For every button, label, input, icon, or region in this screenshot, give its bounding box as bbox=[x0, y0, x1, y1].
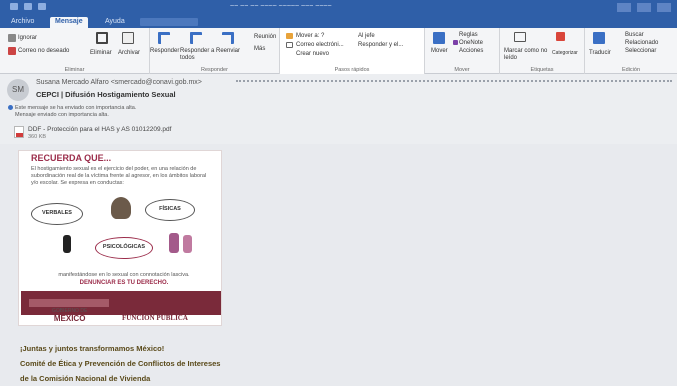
pdf-icon bbox=[14, 126, 24, 138]
attachment-size: 360 KB bbox=[28, 134, 47, 140]
ignore-button[interactable]: Ignorar bbox=[18, 35, 37, 42]
flyer-footer-text: manifestándose en lo sexual con connotac… bbox=[58, 272, 190, 278]
group-label-respond: Responder bbox=[201, 67, 228, 73]
people-icon bbox=[169, 233, 179, 253]
junk-button[interactable]: Correo no deseado bbox=[18, 48, 69, 55]
quickstep-move[interactable]: Mover a: ? bbox=[296, 33, 324, 40]
redo-icon[interactable] bbox=[38, 3, 46, 10]
translate-button[interactable]: Traducir bbox=[589, 50, 611, 57]
group-tags: Marcar como no leído Categorizar Etiquet… bbox=[500, 28, 585, 74]
group-label-editing: Edición bbox=[621, 67, 641, 73]
signature-line-1: ¡Juntas y juntos transformamos México! bbox=[20, 344, 165, 353]
title-bar: ~~ ~~ ~~ ~~~~ ~~~~~ ~~~ ~~~~ bbox=[0, 0, 677, 16]
mail-icon bbox=[286, 42, 293, 48]
recipients-line[interactable] bbox=[236, 80, 672, 82]
info-text-2: Mensaje enviado con importancia alta. bbox=[15, 112, 109, 118]
move-button[interactable]: Mover bbox=[431, 48, 448, 55]
unread-button[interactable]: Marcar como no leído bbox=[504, 48, 550, 62]
signature-line-3: de la Comisión Nacional de Vivienda bbox=[20, 374, 151, 383]
meeting-button[interactable]: Reunión bbox=[254, 34, 276, 41]
flyer-text: El hostigamiento sexual es el ejercicio … bbox=[31, 166, 207, 186]
quickstep-create[interactable]: Crear nuevo bbox=[296, 51, 329, 58]
quick-access-toolbar[interactable] bbox=[10, 3, 70, 12]
group-move: Mover Reglas OneNote Acciones Mover bbox=[425, 28, 500, 74]
group-quick-steps: Mover a: ? Correo electróni... Crear nue… bbox=[280, 28, 425, 74]
save-icon[interactable] bbox=[10, 3, 18, 10]
window-controls[interactable] bbox=[611, 3, 671, 14]
select-button[interactable]: Seleccionar bbox=[625, 48, 656, 55]
info-bar: Este mensaje se ha enviado con importanc… bbox=[8, 105, 136, 111]
find-button[interactable]: Buscar bbox=[625, 32, 644, 39]
archive-icon bbox=[122, 32, 134, 44]
archive-button[interactable]: Archivar bbox=[118, 50, 140, 57]
subject: CEPCI | Difusión Hostigamiento Sexual bbox=[36, 90, 176, 99]
flyer-image: RECUERDA QUE... El hostigamiento sexual … bbox=[18, 150, 222, 326]
info-icon bbox=[8, 105, 13, 111]
message-body: RECUERDA QUE... El hostigamiento sexual … bbox=[0, 144, 677, 386]
onenote-button[interactable]: OneNote bbox=[459, 40, 483, 47]
oval-fisicas: FÍSICAS bbox=[145, 199, 195, 221]
ignore-icon bbox=[8, 34, 16, 42]
sender[interactable]: Susana Mercado Alfaro <smercado@conavi.g… bbox=[36, 79, 202, 86]
group-delete: Ignorar Correo no deseado Eliminar Archi… bbox=[0, 28, 150, 74]
logo-funcion-publica: FUNCIÓN PÚBLICA bbox=[122, 314, 188, 322]
quickstep-email[interactable]: Correo electróni... bbox=[296, 42, 344, 49]
flyer-logos: GOBIERNO DE MÉXICO FUNCIÓN PÚBLICA bbox=[18, 306, 222, 330]
undo-icon[interactable] bbox=[24, 3, 32, 10]
quickstep-manager[interactable]: Al jefe bbox=[358, 33, 375, 40]
group-respond: Responder Responder a todos Reenviar Reu… bbox=[150, 28, 280, 74]
group-label-quick-steps: Pasos rápidos bbox=[334, 67, 370, 73]
move-icon bbox=[433, 32, 445, 44]
logo-mexico: GOBIERNO DE MÉXICO bbox=[52, 308, 88, 323]
person-icon bbox=[63, 235, 71, 253]
folder-icon bbox=[286, 33, 293, 39]
group-editing: Traducir Buscar Relacionado Seleccionar … bbox=[585, 28, 677, 74]
people-icon-2 bbox=[183, 235, 192, 253]
rules-button[interactable]: Reglas bbox=[459, 32, 478, 39]
flag-icon bbox=[556, 32, 565, 41]
oval-psicologicas: PSICOLÓGICAS bbox=[95, 237, 153, 259]
quickstep-team[interactable]: Responder y el... bbox=[358, 42, 403, 49]
tell-me-search[interactable] bbox=[140, 18, 198, 26]
unread-icon bbox=[514, 32, 526, 42]
junk-icon bbox=[8, 47, 16, 55]
ribbon-tabs: Archivo Mensaje Ayuda bbox=[0, 16, 677, 28]
ribbon: Ignorar Correo no deseado Eliminar Archi… bbox=[0, 28, 677, 74]
categorize-button[interactable]: Categorizar bbox=[552, 50, 578, 57]
close-button[interactable] bbox=[657, 3, 671, 12]
message-header: SM Susana Mercado Alfaro <smercado@conav… bbox=[0, 74, 677, 144]
group-label-delete: Eliminar bbox=[64, 67, 85, 73]
reply-button[interactable]: Responder bbox=[150, 48, 179, 55]
minimize-button[interactable] bbox=[617, 3, 631, 12]
flyer-denounce: DENUNCIAR ES TU DERECHO. bbox=[79, 280, 169, 286]
tab-mensaje[interactable]: Mensaje bbox=[50, 17, 88, 28]
window-title: ~~ ~~ ~~ ~~~~ ~~~~~ ~~~ ~~~~ bbox=[230, 3, 332, 10]
attachment-name[interactable]: DDF - Protección para el HAS y AS 010122… bbox=[28, 126, 171, 133]
group-label-move: Mover bbox=[454, 67, 470, 73]
head-icon bbox=[111, 197, 131, 219]
oval-verbales: VERBALES bbox=[31, 203, 83, 225]
group-label-tags: Etiquetas bbox=[530, 67, 554, 73]
tab-archivo[interactable]: Archivo bbox=[6, 17, 39, 28]
reply-all-button[interactable]: Responder a todos bbox=[180, 48, 216, 62]
reply-icon bbox=[158, 32, 170, 44]
tab-ayuda[interactable]: Ayuda bbox=[100, 17, 130, 28]
avatar: SM bbox=[7, 79, 29, 101]
reply-all-icon bbox=[190, 32, 202, 44]
maximize-button[interactable] bbox=[637, 3, 651, 12]
info-text-1: Este mensaje se ha enviado con importanc… bbox=[15, 105, 137, 111]
forward-button[interactable]: Reenviar bbox=[216, 48, 240, 55]
actions-button[interactable]: Acciones bbox=[459, 48, 483, 55]
flyer-title: RECUERDA QUE... bbox=[31, 153, 112, 163]
delete-icon bbox=[96, 32, 108, 44]
related-button[interactable]: Relacionado bbox=[625, 40, 658, 47]
onenote-icon bbox=[453, 40, 458, 45]
signature-line-2: Comité de Ética y Prevención de Conflict… bbox=[20, 359, 221, 368]
forward-icon bbox=[222, 32, 234, 44]
translate-icon bbox=[593, 32, 605, 44]
more-respond-button[interactable]: Más bbox=[254, 46, 265, 53]
delete-button[interactable]: Eliminar bbox=[90, 50, 112, 57]
